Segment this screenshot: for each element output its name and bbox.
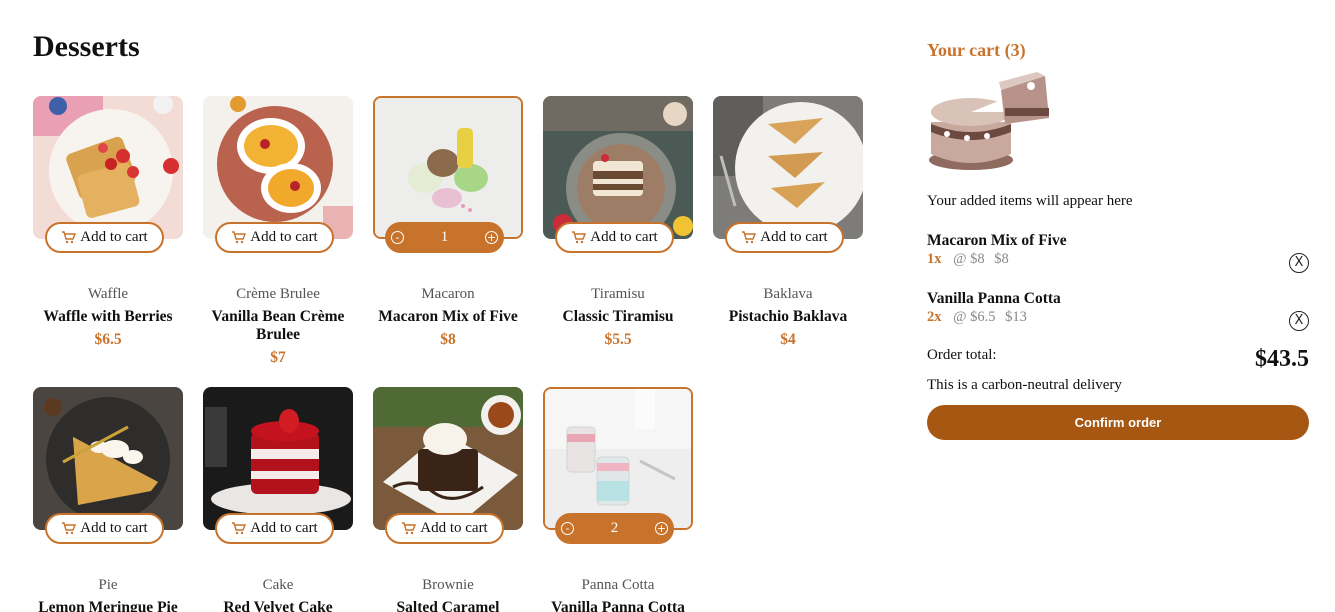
quantity-value: 2 (610, 520, 619, 536)
page-title: Desserts (33, 30, 140, 63)
product-name: Lemon Meringue Pie (38, 599, 178, 612)
add-to-cart-button[interactable]: Add to cart (725, 222, 844, 253)
product-name: Macaron Mix of Five (378, 308, 518, 325)
minus-circle-icon[interactable]: - (561, 522, 574, 535)
product-image-macaron (373, 96, 523, 239)
product-image-panna-cotta (543, 387, 693, 530)
product-price: $7 (270, 349, 286, 366)
product-name: Waffle with Berries (43, 308, 173, 325)
product-name: Salted Caramel (396, 599, 500, 612)
product-image-cake (203, 387, 353, 530)
product-category: Crème Brulee (236, 286, 320, 302)
cart-item-unit-price: @ $8 (953, 251, 985, 267)
add-to-cart-label: Add to cart (250, 520, 318, 536)
product-image-tiramisu (543, 96, 693, 239)
cart-item-quantity: 1x (927, 251, 942, 267)
product-price: $5.5 (604, 331, 632, 348)
plus-circle-icon[interactable]: + (655, 522, 668, 535)
cart-plus-icon (401, 522, 417, 535)
product-name: Vanilla Bean Crème Brulee (211, 308, 345, 343)
cart-empty-message: Your added items will appear here (927, 193, 1133, 209)
product-price: $4 (780, 331, 796, 348)
order-total-label: Order total: (927, 347, 997, 363)
confirm-order-button[interactable]: Confirm order (927, 405, 1309, 440)
minus-circle-icon[interactable]: - (391, 231, 404, 244)
add-to-cart-button[interactable]: Add to cart (215, 513, 334, 544)
add-to-cart-button[interactable]: Add to cart (45, 222, 164, 253)
product-name: Classic Tiramisu (562, 308, 674, 325)
cart-item-unit-price: @ $6.5 (953, 309, 996, 325)
add-to-cart-label: Add to cart (80, 229, 148, 245)
add-to-cart-label: Add to cart (420, 520, 488, 536)
remove-item-icon[interactable]: X (1289, 253, 1309, 273)
add-to-cart-button[interactable]: Add to cart (385, 513, 504, 544)
product-price: $8 (440, 331, 456, 348)
quantity-stepper[interactable]: - 2 + (555, 513, 674, 544)
cart-plus-icon (61, 231, 77, 244)
product-name: Vanilla Panna Cotta (551, 599, 685, 612)
cart-item-name: Macaron Mix of Five (927, 232, 1067, 249)
cart-plus-icon (231, 522, 247, 535)
product-category: Cake (262, 577, 294, 593)
cart-plus-icon (741, 231, 757, 244)
add-to-cart-button[interactable]: Add to cart (45, 513, 164, 544)
cart-item: Macaron Mix of Five 1x @ $8 $8 X (927, 232, 1309, 276)
cart-plus-icon (61, 522, 77, 535)
add-to-cart-label: Add to cart (250, 229, 318, 245)
cart-item-quantity: 2x (927, 309, 942, 325)
product-price: $6.5 (94, 331, 122, 348)
cake-illustration (927, 72, 1053, 178)
quantity-value: 1 (440, 229, 449, 245)
add-to-cart-label: Add to cart (590, 229, 658, 245)
cart-title: Your cart (3) (927, 40, 1026, 60)
remove-item-icon[interactable]: X (1289, 311, 1309, 331)
carbon-neutral-note: This is a carbon-neutral delivery (927, 377, 1122, 393)
cart-plus-icon (571, 231, 587, 244)
product-category: Tiramisu (591, 286, 645, 302)
product-name: Red Velvet Cake (223, 599, 333, 612)
product-image-pie (33, 387, 183, 530)
cart-item-details: 1x @ $8 $8 (927, 251, 1009, 268)
cart-plus-icon (231, 231, 247, 244)
product-category: Brownie (422, 577, 474, 593)
cart-item-name: Vanilla Panna Cotta (927, 290, 1061, 307)
add-to-cart-button[interactable]: Add to cart (215, 222, 334, 253)
product-image-waffle (33, 96, 183, 239)
add-to-cart-label: Add to cart (760, 229, 828, 245)
add-to-cart-button[interactable]: Add to cart (555, 222, 674, 253)
product-category: Pie (98, 577, 118, 593)
cart-item: Vanilla Panna Cotta 2x @ $6.5 $13 X (927, 290, 1309, 334)
product-image-baklava (713, 96, 863, 239)
cart-item-total: $8 (994, 251, 1009, 267)
add-to-cart-label: Add to cart (80, 520, 148, 536)
product-image-creme-brulee (203, 96, 353, 239)
plus-circle-icon[interactable]: + (485, 231, 498, 244)
product-category: Waffle (87, 286, 129, 302)
cart-item-total: $13 (1005, 309, 1027, 325)
product-image-brownie (373, 387, 523, 530)
product-category: Macaron (421, 286, 475, 302)
cart-item-details: 2x @ $6.5 $13 (927, 309, 1027, 326)
order-total-value: $43.5 (1255, 346, 1309, 372)
product-name: Pistachio Baklava (728, 308, 848, 325)
product-category: Panna Cotta (581, 577, 655, 593)
quantity-stepper[interactable]: - 1 + (385, 222, 504, 253)
product-category: Baklava (763, 286, 813, 302)
